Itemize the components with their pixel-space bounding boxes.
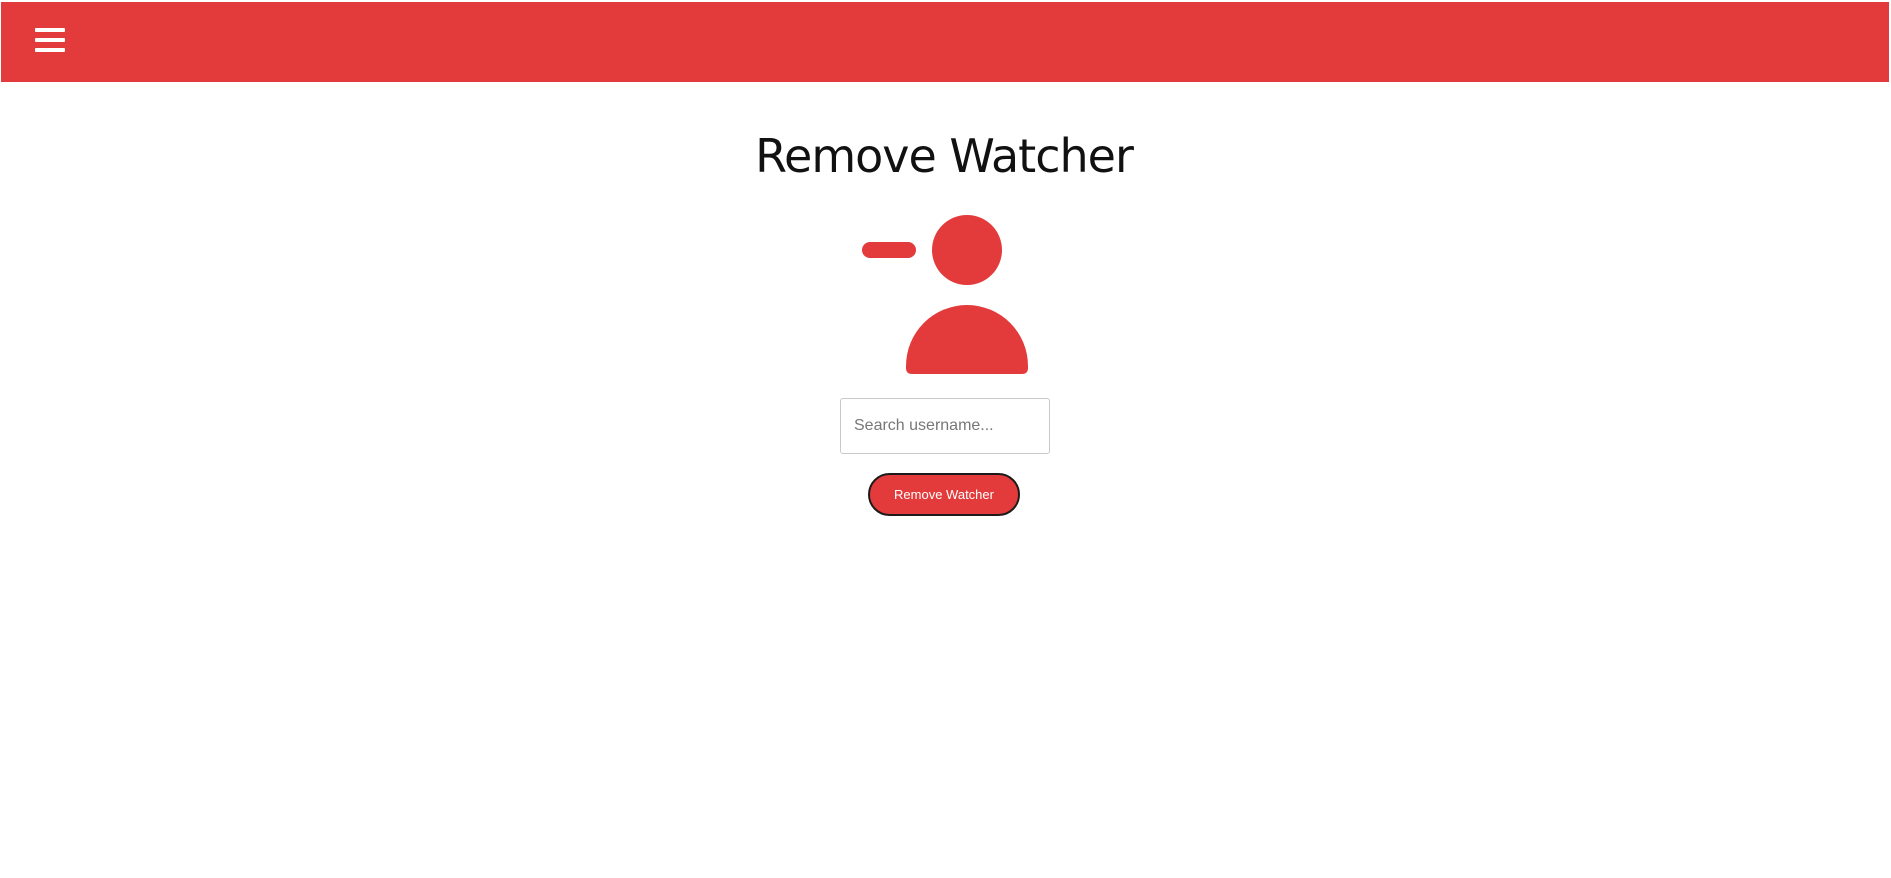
user-body <box>906 305 1028 374</box>
menu-bar-line <box>35 28 65 32</box>
top-navigation-bar <box>1 2 1889 82</box>
user-head <box>932 215 1002 285</box>
search-username-input[interactable] <box>840 398 1050 454</box>
hamburger-menu-icon[interactable] <box>35 26 65 56</box>
user-minus-icon <box>862 215 1028 374</box>
menu-bar-line <box>35 38 65 42</box>
minus-bar <box>862 242 916 258</box>
remove-watcher-button[interactable]: Remove Watcher <box>868 473 1020 516</box>
menu-bar-line <box>35 48 65 52</box>
page-title: Remove Watcher <box>755 129 1134 183</box>
